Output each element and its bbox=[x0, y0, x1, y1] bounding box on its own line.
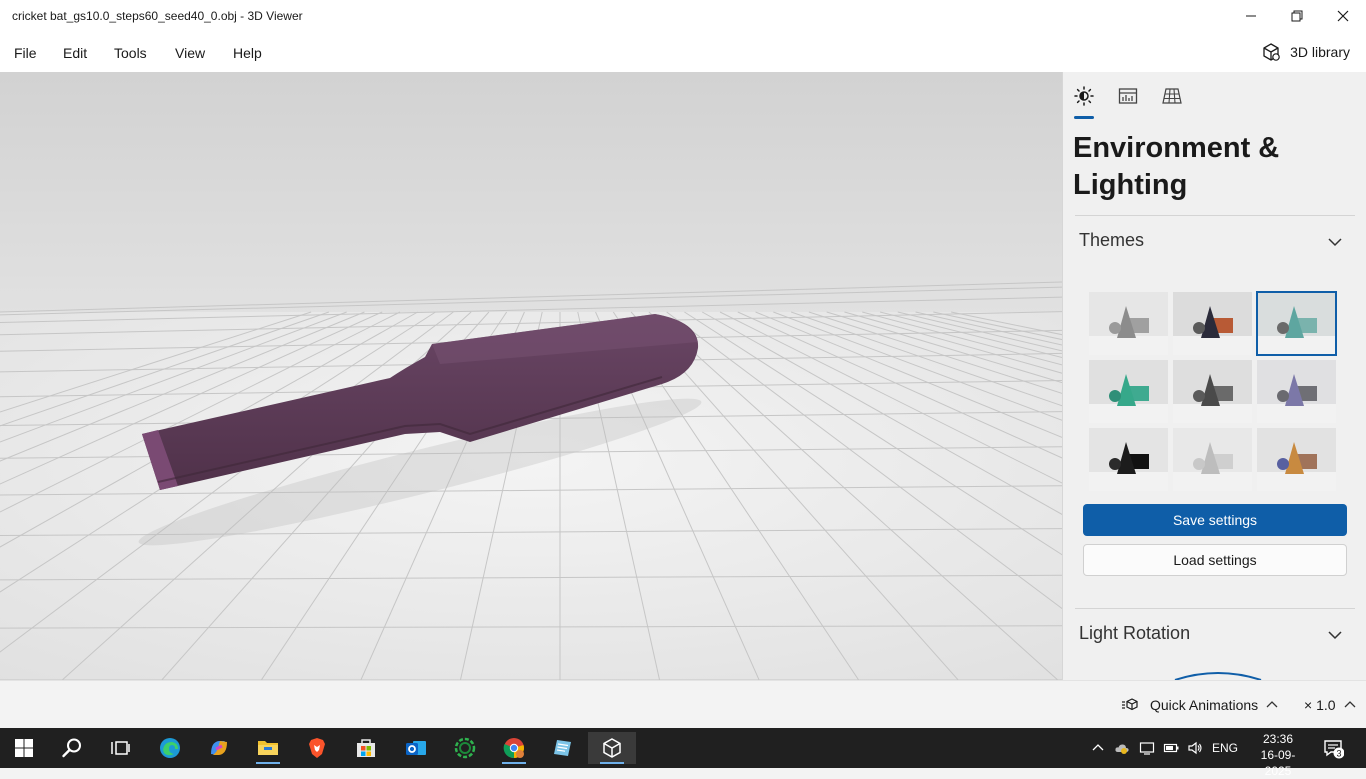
title-bar: cricket bat_gs10.0_steps60_seed40_0.obj … bbox=[0, 0, 1366, 32]
save-settings-button[interactable]: Save settings bbox=[1083, 504, 1347, 536]
battery-icon[interactable] bbox=[1163, 728, 1179, 768]
status-bar: Quick Animations × 1.0 bbox=[0, 680, 1366, 728]
spiral-app[interactable] bbox=[445, 732, 485, 764]
3d-viewer-icon bbox=[603, 738, 621, 758]
task-view-button[interactable] bbox=[100, 732, 140, 764]
notes-app[interactable] bbox=[543, 732, 583, 764]
animation-icon bbox=[1122, 698, 1138, 711]
theme-thumbnail[interactable] bbox=[1089, 360, 1168, 423]
theme-thumbnail[interactable] bbox=[1256, 291, 1337, 356]
stats-icon bbox=[1118, 88, 1138, 104]
3d-viewport[interactable] bbox=[0, 72, 1062, 680]
themes-header[interactable]: Themes bbox=[1079, 230, 1144, 251]
selected-tab-indicator bbox=[1074, 116, 1094, 119]
start-button[interactable] bbox=[4, 732, 44, 764]
edge-icon bbox=[160, 738, 180, 758]
theme-thumbnail[interactable] bbox=[1173, 360, 1252, 423]
menu-file[interactable]: File bbox=[14, 45, 37, 61]
chevron-down-icon[interactable] bbox=[1327, 627, 1343, 643]
theme-thumbnail[interactable] bbox=[1089, 428, 1168, 491]
store-icon bbox=[357, 739, 375, 757]
3d-viewer-window: cricket bat_gs10.0_steps60_seed40_0.obj … bbox=[0, 0, 1366, 778]
restore-button[interactable] bbox=[1274, 0, 1320, 32]
theme-grid bbox=[1089, 291, 1339, 492]
language-indicator[interactable]: ENG bbox=[1212, 728, 1238, 768]
theme-thumbnail[interactable] bbox=[1089, 292, 1168, 355]
divider bbox=[1075, 215, 1355, 216]
chrome-icon bbox=[503, 738, 524, 759]
store-app[interactable] bbox=[346, 732, 386, 764]
chevron-up-icon bbox=[1266, 701, 1278, 708]
notification-center-button[interactable]: 3 bbox=[1322, 737, 1345, 759]
3d-library-label: 3D library bbox=[1290, 44, 1350, 60]
3d-viewer-app[interactable] bbox=[588, 732, 636, 764]
cube-icon bbox=[1263, 43, 1280, 61]
environment-panel: Environment & Lighting Themes Save setti… bbox=[1062, 72, 1366, 680]
theme-thumbnail[interactable] bbox=[1257, 360, 1336, 423]
brave-app[interactable] bbox=[297, 732, 337, 764]
tab-stats[interactable] bbox=[1115, 84, 1141, 108]
running-indicator bbox=[600, 762, 624, 764]
menu-bar: File Edit Tools View Help 3D library bbox=[0, 32, 1366, 72]
display-icon[interactable] bbox=[1139, 728, 1155, 768]
light-rotation-dial[interactable] bbox=[1173, 670, 1263, 680]
3d-library-button[interactable]: 3D library bbox=[1261, 42, 1350, 62]
spiral-icon bbox=[454, 737, 476, 759]
chevron-up-icon bbox=[1092, 744, 1104, 751]
sun-icon bbox=[1074, 86, 1094, 106]
search-button[interactable] bbox=[52, 732, 92, 764]
load-settings-button[interactable]: Load settings bbox=[1083, 544, 1347, 576]
theme-thumbnail[interactable] bbox=[1257, 428, 1336, 491]
menu-view[interactable]: View bbox=[175, 45, 205, 61]
minimize-button[interactable] bbox=[1228, 0, 1274, 32]
volume-icon[interactable] bbox=[1187, 728, 1203, 768]
grid-icon bbox=[1162, 88, 1182, 104]
running-indicator bbox=[256, 762, 280, 764]
clock[interactable]: 23:36 16-09-2025 bbox=[1248, 731, 1308, 779]
search-icon bbox=[62, 738, 81, 758]
folder-icon bbox=[258, 741, 278, 755]
chevron-up-icon bbox=[1344, 701, 1355, 708]
copilot-icon bbox=[211, 741, 227, 755]
close-button[interactable] bbox=[1320, 0, 1366, 32]
tab-environment[interactable] bbox=[1071, 84, 1097, 108]
menu-edit[interactable]: Edit bbox=[63, 45, 87, 61]
running-indicator bbox=[502, 762, 526, 764]
taskbar: ENG 23:36 16-09-2025 3 bbox=[0, 728, 1366, 778]
edge-app[interactable] bbox=[150, 732, 190, 764]
menu-help[interactable]: Help bbox=[233, 45, 262, 61]
zoom-label: × 1.0 bbox=[1304, 697, 1336, 713]
divider bbox=[1075, 608, 1355, 609]
file-explorer-app[interactable] bbox=[248, 732, 288, 764]
show-hidden-icons-button[interactable] bbox=[1090, 728, 1106, 768]
quick-animations-button[interactable]: Quick Animations bbox=[1122, 697, 1278, 713]
brave-lion-icon bbox=[309, 738, 325, 758]
outlook-icon bbox=[406, 741, 426, 755]
quick-animations-label: Quick Animations bbox=[1150, 697, 1259, 713]
chevron-down-icon[interactable] bbox=[1327, 234, 1343, 250]
task-view-icon bbox=[111, 741, 130, 755]
copilot-app[interactable] bbox=[199, 732, 239, 764]
notification-count: 3 bbox=[1336, 749, 1341, 759]
theme-thumbnail[interactable] bbox=[1173, 428, 1252, 491]
cloud-status-icon[interactable] bbox=[1114, 728, 1130, 768]
notes-icon bbox=[554, 740, 571, 756]
clock-time: 23:36 bbox=[1262, 732, 1294, 746]
chrome-app[interactable] bbox=[494, 732, 534, 764]
notification-icon: 3 bbox=[1324, 740, 1345, 759]
tab-mesh[interactable] bbox=[1159, 84, 1185, 108]
zoom-control[interactable]: × 1.0 bbox=[1304, 697, 1356, 713]
theme-thumbnail[interactable] bbox=[1173, 292, 1252, 355]
outlook-app[interactable] bbox=[396, 732, 436, 764]
window-title: cricket bat_gs10.0_steps60_seed40_0.obj … bbox=[12, 9, 303, 23]
menu-tools[interactable]: Tools bbox=[114, 45, 147, 61]
panel-title: Environment & Lighting bbox=[1073, 132, 1280, 201]
clock-date: 16-09-2025 bbox=[1260, 748, 1296, 778]
windows-logo-icon bbox=[15, 739, 33, 757]
light-rotation-header[interactable]: Light Rotation bbox=[1079, 623, 1190, 644]
